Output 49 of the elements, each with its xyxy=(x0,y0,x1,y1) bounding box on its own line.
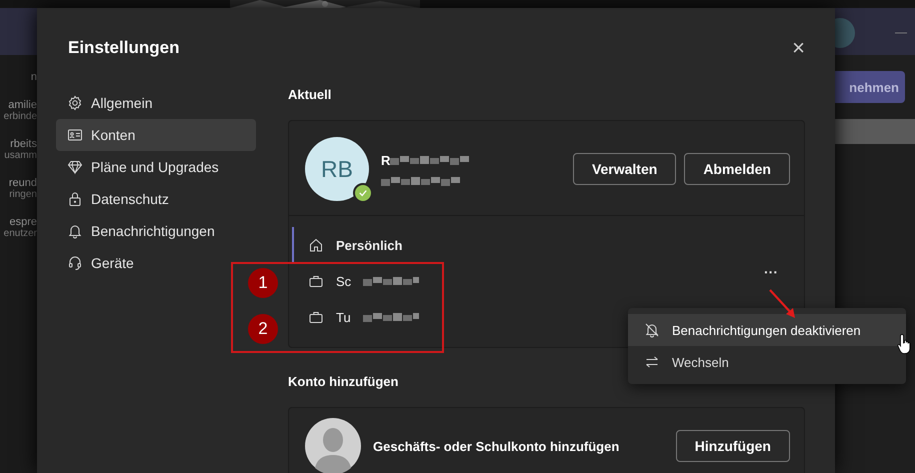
bell-off-icon xyxy=(644,322,660,338)
briefcase-icon xyxy=(308,309,324,325)
nav-item[interactable]: Allgemein xyxy=(56,87,164,119)
chat-list-text: reund xyxy=(8,177,37,189)
menu-item[interactable]: Wechseln xyxy=(628,346,906,378)
dialog-title: Einstellungen xyxy=(68,38,180,58)
add-button[interactable]: Hinzufügen xyxy=(676,430,790,462)
account-name: R xyxy=(381,152,390,168)
chat-list-text: n xyxy=(30,71,37,83)
nav-item[interactable]: Benachrichtigungen xyxy=(56,215,226,247)
chat-list-text: enutzer xyxy=(4,228,37,239)
section-heading: Aktuell xyxy=(288,87,332,102)
nav-item[interactable]: Konten xyxy=(56,119,256,151)
chat-list-text: usamm xyxy=(4,150,37,161)
blurred-text xyxy=(362,312,419,322)
hand-cursor-icon xyxy=(897,333,913,355)
chat-list-text: rbeits xyxy=(10,138,37,150)
close-button[interactable]: × xyxy=(788,37,805,59)
chat-list-text: erbinde xyxy=(4,111,37,122)
section-heading: Konto hinzufügen xyxy=(288,374,398,389)
headset-icon xyxy=(67,255,83,271)
bell-icon xyxy=(67,223,83,239)
settings-icon xyxy=(67,95,83,111)
more-button[interactable]: ··· xyxy=(764,264,778,280)
add-account-label: Geschäfts- oder Schulkonto hinzufügen xyxy=(373,438,620,454)
nav-item[interactable]: Pläne und Upgrades xyxy=(56,151,230,183)
app-header-bar xyxy=(0,8,37,55)
chat-list-text: ringen xyxy=(9,189,37,200)
chat-list-text: amilie xyxy=(8,99,37,111)
diamond-icon xyxy=(67,159,83,175)
swap-icon xyxy=(644,354,660,370)
nav-item[interactable]: Datenschutz xyxy=(56,183,180,215)
menu-item[interactable]: Benachrichtigungen deaktivieren xyxy=(628,314,906,346)
account-item[interactable]: Tu xyxy=(292,299,439,335)
briefcase-icon xyxy=(308,273,324,289)
blurred-text xyxy=(363,276,420,286)
annotation-arrow xyxy=(768,288,798,320)
id-card-icon xyxy=(67,127,83,143)
account-item[interactable]: Sc xyxy=(292,263,439,299)
lock-icon xyxy=(67,191,83,207)
account-button[interactable]: Abmelden xyxy=(684,153,790,185)
person-silhouette-icon xyxy=(305,418,361,473)
chat-list-text: espre xyxy=(9,216,37,228)
join-button[interactable]: nehmen xyxy=(835,71,905,103)
account-item[interactable]: Persönlich xyxy=(292,227,439,263)
nav-item[interactable]: Geräte xyxy=(56,247,145,279)
home-icon xyxy=(308,237,324,253)
account-button[interactable]: Verwalten xyxy=(572,153,676,185)
minimize-icon: — xyxy=(895,24,907,38)
